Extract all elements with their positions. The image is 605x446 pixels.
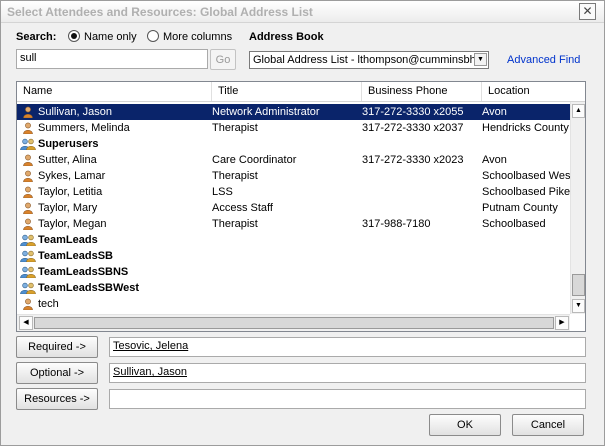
search-input[interactable]: sull [16, 49, 208, 69]
list-item[interactable]: Summers, Melinda Therapist 317-272-3330 x2… [17, 120, 570, 136]
list-item[interactable]: Taylor, Mary Access Staff Putnam County [17, 200, 570, 216]
list-item[interactable]: Sutter, Alina Care Coordinator 317-272-333… [17, 152, 570, 168]
cell-name: tech [38, 298, 59, 310]
address-book-label: Address Book [249, 31, 324, 43]
cell-title: LSS [212, 186, 233, 198]
resources-field[interactable] [109, 389, 586, 409]
cell-title: Therapist [212, 122, 258, 134]
scroll-up-icon[interactable]: ▲ [572, 104, 585, 118]
advanced-find-link[interactable]: Advanced Find [507, 54, 580, 66]
ok-button[interactable]: OK [429, 414, 501, 436]
person-icon [22, 106, 34, 119]
dialog-window: Select Attendees and Resources: Global A… [0, 0, 605, 446]
optional-field[interactable]: Sullivan, Jason [109, 363, 586, 383]
list-item[interactable]: Sykes, Lamar Therapist Schoolbased West [17, 168, 572, 184]
close-button[interactable]: ✕ [579, 3, 596, 20]
cell-title: Care Coordinator [212, 154, 297, 166]
name-only-label[interactable]: Name only [84, 31, 137, 43]
list-item[interactable]: TeamLeadsSBNS [17, 264, 570, 280]
cell-title: Therapist [212, 218, 258, 230]
list-item[interactable]: Sullivan, Jason Network Administrator 317-… [17, 104, 570, 120]
cell-location: Hendricks County [482, 122, 569, 134]
column-header-business-phone[interactable]: Business Phone [362, 82, 482, 101]
cell-name: TeamLeadsSBWest [38, 282, 140, 294]
address-book-selected: Global Address List - lthompson@cumminsb… [253, 54, 485, 66]
horizontal-scroll-thumb[interactable] [34, 317, 554, 329]
dialog-title: Select Attendees and Resources: Global A… [7, 5, 313, 19]
group-icon [20, 250, 36, 263]
cell-location: Schoolbased Pike [482, 186, 571, 198]
resources-button[interactable]: Resources -> [16, 388, 98, 410]
cancel-button[interactable]: Cancel [512, 414, 584, 436]
person-icon [22, 298, 34, 311]
horizontal-scrollbar[interactable]: ◀ ▶ [17, 314, 570, 331]
go-button[interactable]: Go [210, 49, 236, 70]
person-icon [22, 154, 34, 167]
cell-name: Sullivan, Jason [38, 106, 112, 118]
chevron-down-icon[interactable]: ▼ [474, 53, 487, 66]
cell-business-phone: 317-272-3330 x2055 [362, 106, 464, 118]
person-icon [22, 218, 34, 231]
cell-name: Superusers [38, 138, 99, 150]
required-recipient: Tesovic, Jelena [113, 340, 189, 352]
cell-name: Taylor, Mary [38, 202, 98, 214]
list-item[interactable]: TeamLeads [17, 232, 570, 248]
person-icon [22, 186, 34, 199]
scroll-right-icon[interactable]: ▶ [555, 316, 569, 330]
group-icon [20, 138, 36, 151]
group-icon [20, 234, 36, 247]
scroll-left-icon[interactable]: ◀ [19, 316, 33, 330]
required-field[interactable]: Tesovic, Jelena [109, 337, 586, 357]
person-icon [22, 202, 34, 215]
person-icon [22, 170, 34, 183]
list-header: Name Title Business Phone Location [17, 82, 585, 102]
list-item[interactable]: Superusers [17, 136, 570, 152]
cell-business-phone: 317-988-7180 [362, 218, 431, 230]
cell-name: Sykes, Lamar [38, 170, 106, 182]
vertical-scroll-thumb[interactable] [572, 274, 585, 296]
vertical-scrollbar[interactable]: ▲ ▼ [570, 102, 585, 314]
cell-title: Network Administrator [212, 106, 320, 118]
group-icon [20, 282, 36, 295]
address-list[interactable]: Name Title Business Phone Location Sulli… [16, 81, 586, 332]
cell-name: Taylor, Letitia [38, 186, 103, 198]
more-columns-radio[interactable] [147, 30, 159, 42]
name-only-radio[interactable] [68, 30, 80, 42]
column-header-name[interactable]: Name [17, 82, 212, 101]
search-label: Search: [16, 31, 57, 43]
cell-name: Sutter, Alina [38, 154, 97, 166]
cell-name: TeamLeads [38, 234, 98, 246]
column-header-location[interactable]: Location [482, 82, 585, 101]
cell-location: Putnam County [482, 202, 558, 214]
title-bar: Select Attendees and Resources: Global A… [1, 1, 604, 23]
cell-name: TeamLeadsSB [38, 250, 113, 262]
more-columns-label[interactable]: More columns [163, 31, 232, 43]
cell-location: Avon [482, 106, 507, 118]
list-item[interactable]: tech [17, 296, 570, 312]
optional-button[interactable]: Optional -> [16, 362, 98, 384]
cell-location: Schoolbased [482, 218, 546, 230]
cell-location: Avon [482, 154, 507, 166]
scroll-down-icon[interactable]: ▼ [572, 299, 585, 313]
cell-name: TeamLeadsSBNS [38, 266, 129, 278]
cell-name: Summers, Melinda [38, 122, 130, 134]
cell-business-phone: 317-272-3330 x2037 [362, 122, 464, 134]
cell-location: Schoolbased West [482, 170, 572, 182]
cell-business-phone: 317-272-3330 x2023 [362, 154, 464, 166]
group-icon [20, 266, 36, 279]
address-book-dropdown[interactable]: Global Address List - lthompson@cumminsb… [249, 51, 489, 69]
cell-title: Therapist [212, 170, 258, 182]
list-item[interactable]: TeamLeadsSBWest [17, 280, 570, 296]
list-item[interactable]: Taylor, Megan Therapist 317-988-7180 School… [17, 216, 570, 232]
list-item[interactable]: Taylor, Letitia LSS Schoolbased Pike [17, 184, 570, 200]
required-button[interactable]: Required -> [16, 336, 98, 358]
cell-title: Access Staff [212, 202, 273, 214]
person-icon [22, 122, 34, 135]
list-item[interactable]: TeamLeadsSB [17, 248, 570, 264]
optional-recipient: Sullivan, Jason [113, 366, 187, 378]
column-header-title[interactable]: Title [212, 82, 362, 101]
cell-name: Taylor, Megan [38, 218, 107, 230]
